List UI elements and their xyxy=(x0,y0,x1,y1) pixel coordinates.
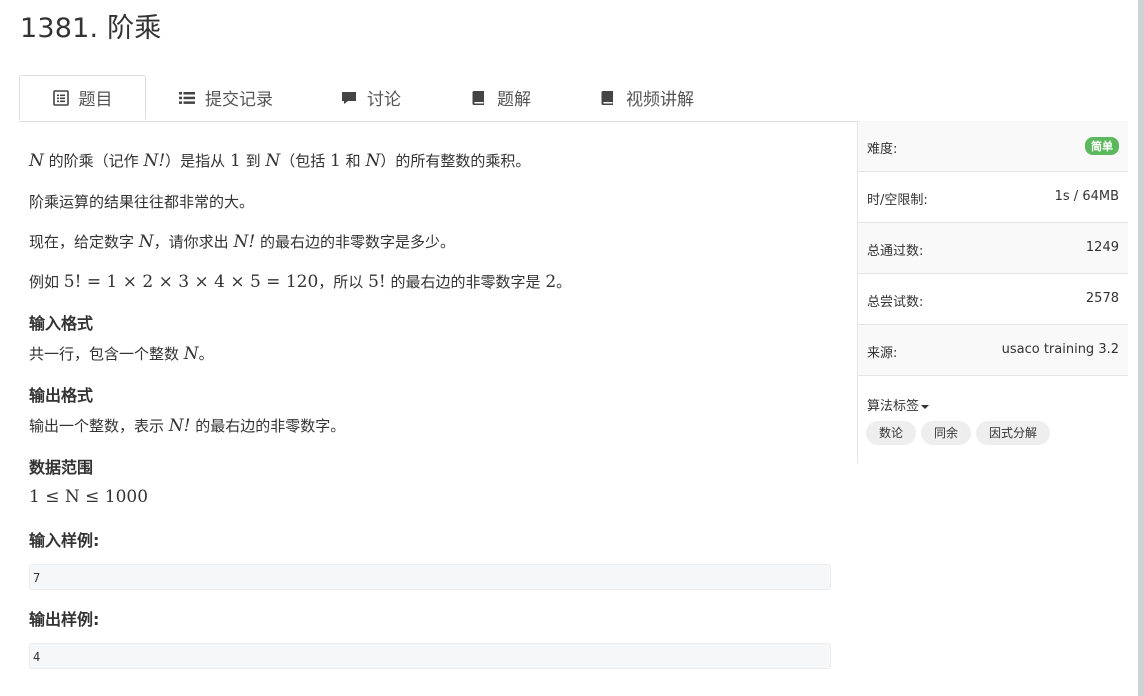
section-heading: 输入样例: xyxy=(29,531,100,550)
page-title: 1381. 阶乘 xyxy=(20,13,162,44)
book-icon xyxy=(601,90,613,105)
description-paragraph: 现在，给定数字 N，请你求出 N! 的最右边的非零数字是多少。 xyxy=(29,232,455,252)
tab-submissions[interactable]: 提交记录 xyxy=(179,75,273,120)
sample-output-block[interactable]: 4 xyxy=(29,643,831,669)
description-paragraph: N 的阶乘（记作 N!）是指从 1 到 N（包括 1 和 N）的所有整数的乘积。 xyxy=(29,151,531,171)
tab-bar: 题目 提交记录 讨论 题解 视频讲解 xyxy=(19,75,1127,122)
scrollbar-track[interactable] xyxy=(1138,0,1144,696)
difficulty-row: 难度: 简单 xyxy=(858,121,1128,172)
accepted-row: 总通过数: 1249 xyxy=(858,223,1128,274)
algorithm-tags-toggle[interactable]: 算法标签 xyxy=(867,395,930,414)
section-heading: 输入格式 xyxy=(29,314,94,333)
tab-problem[interactable]: 题目 xyxy=(19,75,146,120)
problem-info-panel: 难度: 简单 时/空限制: 1s / 64MB 总通过数: 1249 总尝试数:… xyxy=(857,121,1128,463)
input-format-text: 共一行，包含一个整数 N。 xyxy=(29,344,214,364)
description-paragraph: 例如 5! = 1 × 2 × 3 × 4 × 5 = 120，所以 5! 的最… xyxy=(29,272,572,292)
tab-label: 讨论 xyxy=(367,90,401,110)
output-format-text: 输出一个整数，表示 N! 的最右边的非零数字。 xyxy=(29,416,346,436)
tab-label: 提交记录 xyxy=(205,90,273,110)
list-icon xyxy=(179,91,195,104)
caret-down-icon xyxy=(921,404,930,409)
tag-factorization[interactable]: 因式分解 xyxy=(976,421,1050,445)
sample-input-block[interactable]: 7 xyxy=(29,564,831,590)
tag-congruence[interactable]: 同余 xyxy=(921,421,971,445)
tab-solutions[interactable]: 题解 xyxy=(471,75,531,120)
difficulty-badge: 简单 xyxy=(1085,137,1119,155)
attempts-row: 总尝试数: 2578 xyxy=(858,274,1128,325)
comment-icon xyxy=(342,91,356,104)
book-icon xyxy=(472,90,484,105)
limit-row: 时/空限制: 1s / 64MB xyxy=(858,172,1128,223)
tab-label: 题解 xyxy=(497,90,531,110)
description-paragraph: 阶乘运算的结果往往都非常的大。 xyxy=(29,193,255,211)
source-row: 来源: usaco training 3.2 xyxy=(858,325,1128,376)
tab-label: 题目 xyxy=(78,90,113,110)
section-heading: 数据范围 xyxy=(29,458,94,477)
tab-discussion[interactable]: 讨论 xyxy=(341,75,401,120)
tab-label: 视频讲解 xyxy=(626,90,694,110)
data-range: 1 ≤ N ≤ 1000 xyxy=(29,487,149,507)
list-alt-icon xyxy=(52,89,69,106)
section-heading: 输出样例: xyxy=(29,610,100,629)
tag-number-theory[interactable]: 数论 xyxy=(866,421,916,445)
section-heading: 输出格式 xyxy=(29,386,94,405)
tab-video-solutions[interactable]: 视频讲解 xyxy=(600,75,694,120)
